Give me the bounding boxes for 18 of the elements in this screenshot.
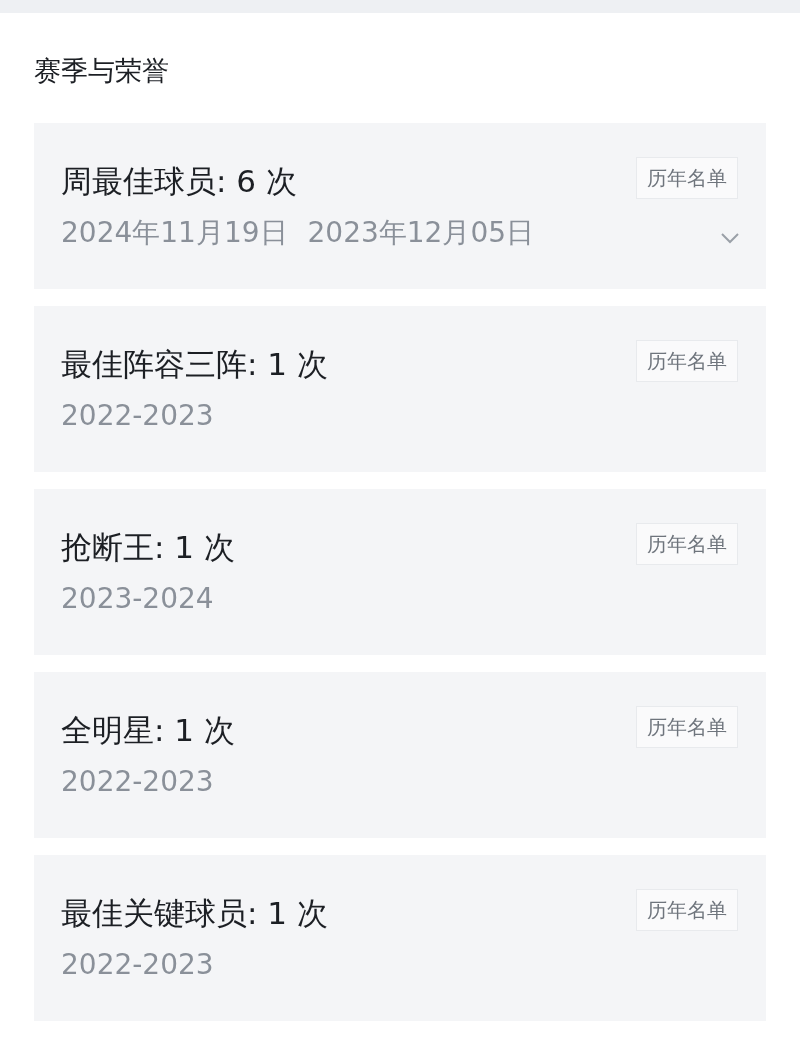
honor-date: 2022-2023 [61, 398, 214, 434]
honor-date: 2023年12月05日 [307, 215, 535, 251]
history-list-button[interactable]: 历年名单 [636, 157, 738, 199]
honor-date: 2022-2023 [61, 947, 214, 983]
honor-date: 2023-2024 [61, 581, 214, 617]
honor-title: 周最佳球员: 6 次 [61, 162, 297, 201]
history-list-button[interactable]: 历年名单 [636, 523, 738, 565]
honor-title: 抢断王: 1 次 [61, 528, 235, 567]
section-title: 赛季与荣誉 [34, 54, 170, 88]
honor-title: 最佳阵容三阵: 1 次 [61, 345, 328, 384]
chevron-icon[interactable] [720, 232, 740, 244]
history-list-button[interactable]: 历年名单 [636, 706, 738, 748]
honor-date: 2022-2023 [61, 764, 214, 800]
history-list-button[interactable]: 历年名单 [636, 340, 738, 382]
honor-title: 最佳关键球员: 1 次 [61, 894, 328, 933]
honor-title: 全明星: 1 次 [61, 711, 235, 750]
honor-date: 2024年11月19日 [61, 215, 288, 251]
history-list-button[interactable]: 历年名单 [636, 889, 738, 931]
